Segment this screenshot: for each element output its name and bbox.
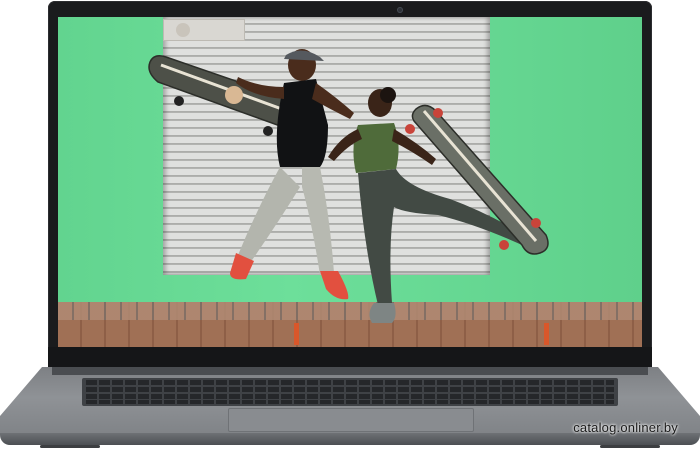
laptop-product-photo: catalog.onliner.by bbox=[0, 0, 700, 451]
screen-bottom-bezel bbox=[48, 347, 652, 367]
keyboard bbox=[82, 378, 618, 406]
skateboarders-illustration bbox=[148, 49, 549, 323]
skateboard-right bbox=[405, 104, 549, 255]
laptop-hinge bbox=[52, 367, 648, 375]
man-skater bbox=[230, 49, 354, 300]
keyboard-row bbox=[86, 387, 614, 392]
watermark-text: catalog.onliner.by bbox=[573, 420, 678, 435]
keyboard-row bbox=[86, 380, 614, 385]
keyboard-row bbox=[86, 394, 614, 399]
touchpad bbox=[228, 408, 474, 432]
laptop-foot bbox=[600, 445, 660, 448]
laptop-screen bbox=[58, 17, 642, 347]
keyboard-row bbox=[86, 400, 614, 404]
webcam-icon bbox=[397, 7, 403, 13]
laptop-foot bbox=[40, 445, 100, 448]
